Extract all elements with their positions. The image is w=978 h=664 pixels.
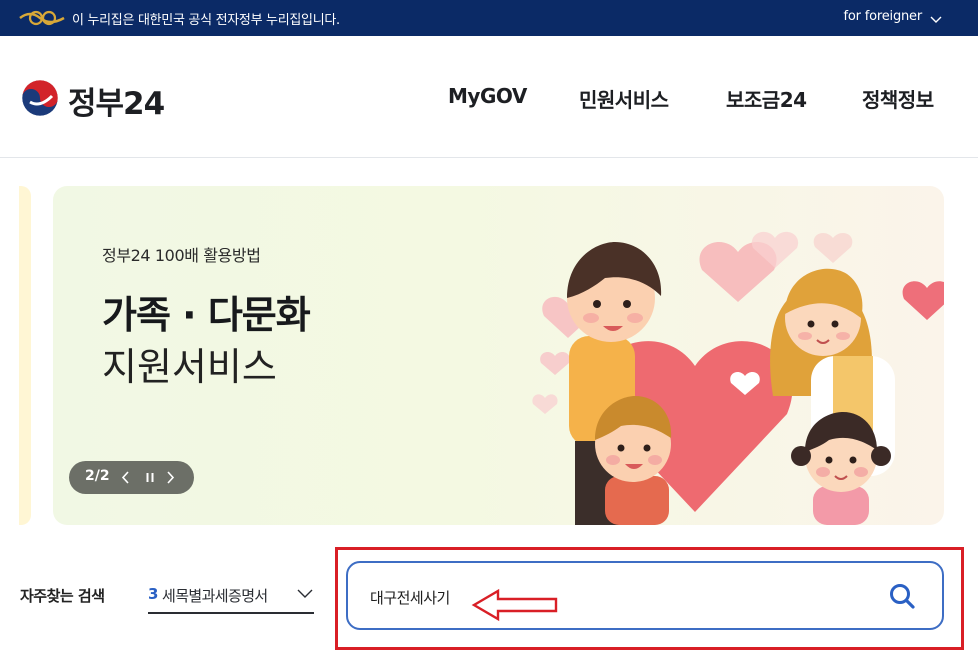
banner-headline: 가족 · 다문화 (102, 293, 311, 337)
gov-notice-bar: 이 누리집은 대한민국 공식 전자정부 누리집입니다. for foreigne… (0, 0, 978, 36)
previous-slide-peek[interactable] (19, 186, 31, 525)
nav-mygov[interactable]: MyGOV (448, 84, 527, 108)
banner-subline: 지원서비스 (102, 345, 277, 389)
search-input-value[interactable]: 대구전세사기 (370, 587, 450, 608)
taegeuk-logo-icon[interactable] (20, 78, 60, 118)
gov-notice-text: 이 누리집은 대한민국 공식 전자정부 누리집입니다. (72, 13, 340, 28)
search-icon[interactable] (888, 582, 916, 610)
nav-subsidy24[interactable]: 보조금24 (726, 84, 807, 113)
site-header: 정부24 MyGOV 민원서비스 보조금24 정책정보 (0, 36, 978, 158)
slide-counter: 2/2 (85, 468, 110, 484)
carousel-controls: 2/2 (69, 461, 194, 494)
frequent-search-rank: 3 (148, 585, 159, 603)
chevron-right-icon[interactable] (163, 470, 177, 485)
banner-carousel: 정부24 100배 활용방법 가족 · 다문화 지원서비스 2/2 (0, 158, 978, 538)
nav-civil-service[interactable]: 민원서비스 (579, 84, 669, 113)
chevron-down-icon[interactable] (296, 584, 314, 602)
banner-slide[interactable]: 정부24 100배 활용방법 가족 · 다문화 지원서비스 2/2 (53, 186, 944, 525)
annotation-arrow-icon (471, 588, 558, 622)
chevron-down-icon[interactable] (928, 11, 944, 27)
frequent-search-text: 세목별과세증명서 (162, 587, 268, 605)
for-foreigner-link[interactable]: for foreigner (844, 9, 923, 24)
gov-emblem-icon (19, 10, 65, 26)
search-input[interactable]: 대구전세사기 (346, 561, 944, 630)
pause-icon[interactable] (143, 471, 157, 484)
logo-text[interactable]: 정부24 (68, 78, 165, 123)
banner-eyebrow: 정부24 100배 활용방법 (102, 246, 261, 265)
frequent-search-label: 자주찾는 검색 (20, 587, 105, 605)
chevron-left-icon[interactable] (119, 470, 133, 485)
family-heart-illustration (532, 231, 944, 525)
nav-policy-info[interactable]: 정책정보 (862, 84, 934, 113)
frequent-search-select[interactable]: 3 세목별과세증명서 (148, 578, 314, 614)
